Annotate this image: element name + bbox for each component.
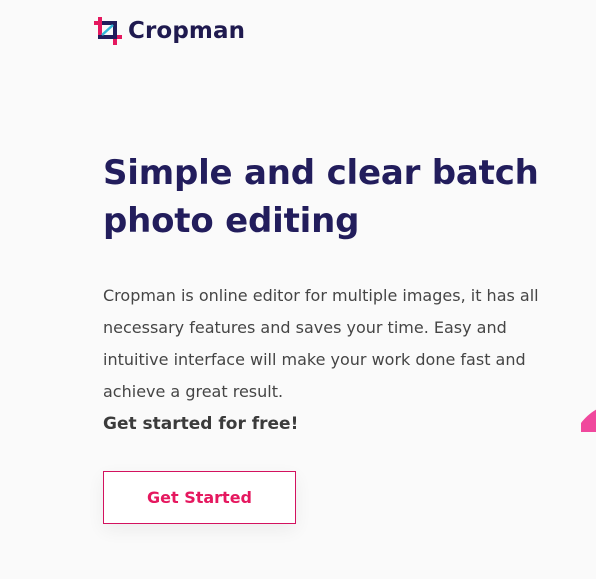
get-started-button[interactable]: Get Started [103, 471, 296, 524]
hero-cta-text: Get started for free! [103, 414, 299, 434]
hero-description: Cropman is online editor for multiple im… [103, 286, 539, 401]
crop-icon [94, 17, 122, 45]
logo-text: Cropman [128, 18, 246, 44]
hero-title: Simple and clear batch photo editing [103, 153, 539, 241]
decorative-blob [581, 409, 596, 432]
logo-link[interactable]: Cropman [93, 15, 245, 47]
landing-page: Cropman Simple and clear batch photo edi… [0, 0, 596, 579]
